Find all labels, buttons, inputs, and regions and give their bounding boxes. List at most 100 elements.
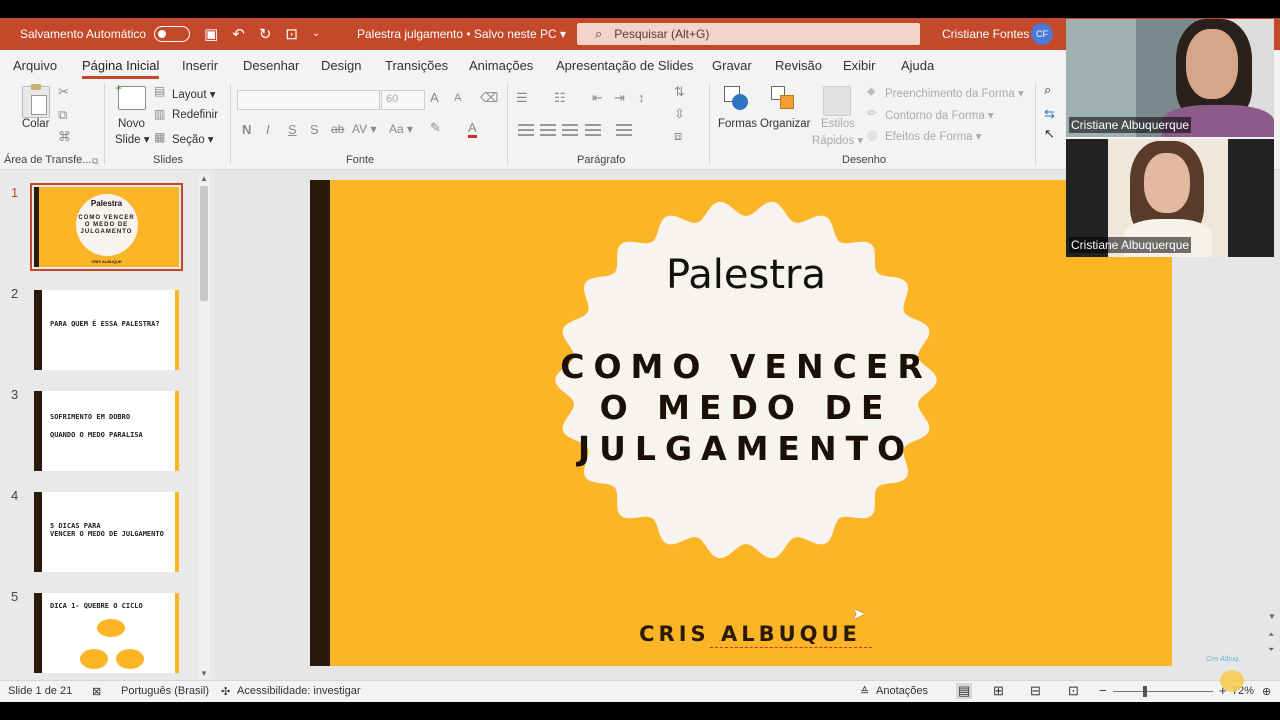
zoom-slider[interactable] [1113, 691, 1213, 692]
user-name[interactable]: Cristiane Fontes [942, 27, 1029, 41]
shrink-font-icon[interactable]: A [454, 92, 461, 104]
scroll-down-icon[interactable]: ▼ [1268, 612, 1276, 621]
autosave-toggle[interactable] [154, 26, 191, 42]
line-spacing-icon[interactable]: ↕ [638, 90, 645, 105]
justify-icon[interactable] [585, 124, 601, 136]
grow-font-icon[interactable]: A [430, 90, 439, 105]
scroll-up-icon[interactable]: ▲ [200, 174, 208, 183]
cut-icon[interactable]: ✂ [58, 84, 69, 100]
smartart-icon[interactable]: ⧈ [674, 128, 682, 144]
bold-button[interactable]: N [242, 122, 251, 137]
replace-icon[interactable]: ⇆ [1044, 106, 1055, 122]
text-direction-icon[interactable]: ⇅ [674, 84, 685, 100]
spelling-icon[interactable]: ⊠ [92, 685, 101, 698]
next-slide-icon[interactable]: ⏷ [1268, 645, 1274, 655]
quick-styles-line1[interactable]: Estilos [821, 118, 855, 130]
language-label[interactable]: Português (Brasil) [121, 685, 209, 697]
shapes-icon[interactable] [724, 86, 750, 112]
thumbnail-scrollbar[interactable]: ▲ ▼ [198, 174, 210, 678]
shape-fill-button[interactable]: Preenchimento da Forma ▾ [885, 86, 1024, 100]
slide-canvas[interactable]: Palestra COMO VENCER O MEDO DE JULGAMENT… [310, 180, 1172, 666]
shape-outline-button[interactable]: Contorno da Forma ▾ [885, 108, 994, 122]
user-avatar[interactable]: CF [1031, 23, 1053, 45]
arrange-icon[interactable] [771, 86, 797, 112]
increase-indent-icon[interactable]: ⇥ [614, 90, 625, 106]
present-icon[interactable]: ⊡ [285, 27, 298, 42]
paste-icon[interactable] [22, 84, 50, 118]
slide-thumbnail-4[interactable]: 5 DICAS PARA VENCER O MEDO DE JULGAMENTO [34, 492, 179, 572]
redo-icon[interactable]: ↻ [259, 27, 272, 42]
font-color-icon[interactable]: A [468, 120, 477, 138]
zoom-out-icon[interactable]: − [1099, 683, 1107, 698]
slide-author[interactable]: CRIS ALBUQUE [610, 622, 890, 648]
slide-heading[interactable]: COMO VENCER O MEDO DE JULGAMENTO [545, 346, 947, 469]
zoom-slider-knob[interactable] [1143, 686, 1147, 697]
customize-qat-icon[interactable]: ⌄ [312, 29, 320, 39]
tab-exibir[interactable]: Exibir [843, 58, 876, 73]
search-box[interactable]: ⌕ Pesquisar (Alt+G) [577, 23, 920, 45]
arrange-button[interactable]: Organizar [760, 118, 811, 130]
prev-slide-icon[interactable]: ⏶ [1268, 630, 1274, 640]
clear-format-icon[interactable]: ⌫ [480, 90, 498, 106]
tab-apresentacao[interactable]: Apresentação de Slides [556, 58, 693, 73]
shape-effects-button[interactable]: Efeitos de Forma ▾ [885, 129, 982, 143]
shapes-button[interactable]: Formas [718, 118, 757, 130]
tab-ajuda[interactable]: Ajuda [901, 58, 934, 73]
character-spacing-button[interactable]: AV ▾ [352, 122, 376, 136]
align-left-icon[interactable] [518, 124, 534, 136]
strikethrough-button[interactable]: ab [331, 122, 344, 136]
font-size-select[interactable]: 60 [381, 90, 425, 110]
undo-icon[interactable]: ↶ [232, 27, 245, 42]
slideshow-icon[interactable]: ⊡ [1068, 683, 1079, 699]
format-painter-icon[interactable]: ⌘ [58, 129, 71, 145]
tab-revisao[interactable]: Revisão [775, 58, 822, 73]
copy-icon[interactable]: ⧉ [58, 107, 67, 123]
section-button[interactable]: Seção ▾ [172, 132, 214, 146]
scroll-thumb[interactable] [200, 186, 208, 301]
scroll-down-icon[interactable]: ▼ [200, 669, 208, 678]
clipboard-launcher-icon[interactable]: ⧉ [92, 156, 98, 167]
slide-sorter-icon[interactable]: ⊞ [993, 683, 1004, 699]
new-slide-button-line2[interactable]: Slide ▾ [115, 132, 150, 146]
bullets-icon[interactable]: ☰ [516, 90, 528, 106]
accessibility-label[interactable]: Acessibilidade: investigar [237, 685, 361, 697]
tab-animacoes[interactable]: Animações [469, 58, 533, 73]
video-tile-1[interactable]: Cristiane Albuquerque [1066, 19, 1274, 137]
align-text-icon[interactable]: ⇳ [674, 106, 685, 122]
quick-styles-line2[interactable]: Rápidos ▾ [812, 133, 863, 147]
new-slide-button-line1[interactable]: Novo [118, 118, 145, 130]
select-icon[interactable]: ↖ [1044, 126, 1055, 142]
fit-slide-icon[interactable]: ⊕ [1262, 685, 1271, 698]
slide-thumbnail-3[interactable]: SOFRIMENTO EM DOBRO QUANDO O MEDO PARALI… [34, 391, 179, 471]
tab-gravar[interactable]: Gravar [712, 58, 752, 73]
numbering-icon[interactable]: ☷ [554, 90, 566, 106]
tab-transicoes[interactable]: Transições [385, 58, 448, 73]
quick-styles-icon[interactable] [823, 86, 851, 116]
highlight-icon[interactable]: ✎ [430, 120, 441, 136]
reset-button[interactable]: Redefinir [172, 109, 218, 121]
notes-button[interactable]: Anotações [876, 685, 928, 697]
video-tile-2[interactable]: Cristiane Albuquerque [1066, 139, 1274, 257]
paste-button[interactable]: Colar [22, 118, 49, 130]
slide-thumbnail-5[interactable]: DICA 1- QUEBRE O CICLO [34, 593, 179, 673]
find-icon[interactable]: ⌕ [1044, 82, 1051, 98]
columns-icon[interactable] [616, 124, 632, 136]
align-right-icon[interactable] [562, 124, 578, 136]
slide-title[interactable]: Palestra [646, 252, 846, 298]
shadow-button[interactable]: S [310, 122, 319, 137]
tab-pagina-inicial[interactable]: Página Inicial [82, 58, 160, 79]
slide-thumbnail-1[interactable]: Palestra COMO VENCER O MEDO DE JULGAMENT… [30, 183, 183, 271]
slide-thumbnail-2[interactable]: PARA QUEM É ESSA PALESTRA? [34, 290, 179, 370]
align-center-icon[interactable] [540, 124, 556, 136]
normal-view-icon[interactable]: ▤ [956, 683, 973, 699]
tab-arquivo[interactable]: Arquivo [13, 58, 57, 73]
decrease-indent-icon[interactable]: ⇤ [592, 90, 603, 106]
underline-button[interactable]: S [288, 122, 297, 137]
new-slide-icon[interactable]: + [115, 82, 146, 110]
layout-button[interactable]: Layout ▾ [172, 87, 216, 101]
save-icon[interactable]: ▣ [204, 27, 218, 42]
tab-desenhar[interactable]: Desenhar [243, 58, 299, 73]
tab-inserir[interactable]: Inserir [182, 58, 218, 73]
italic-button[interactable]: I [266, 122, 270, 137]
document-title[interactable]: Palestra julgamento • Salvo neste PC ▾ [357, 27, 566, 41]
